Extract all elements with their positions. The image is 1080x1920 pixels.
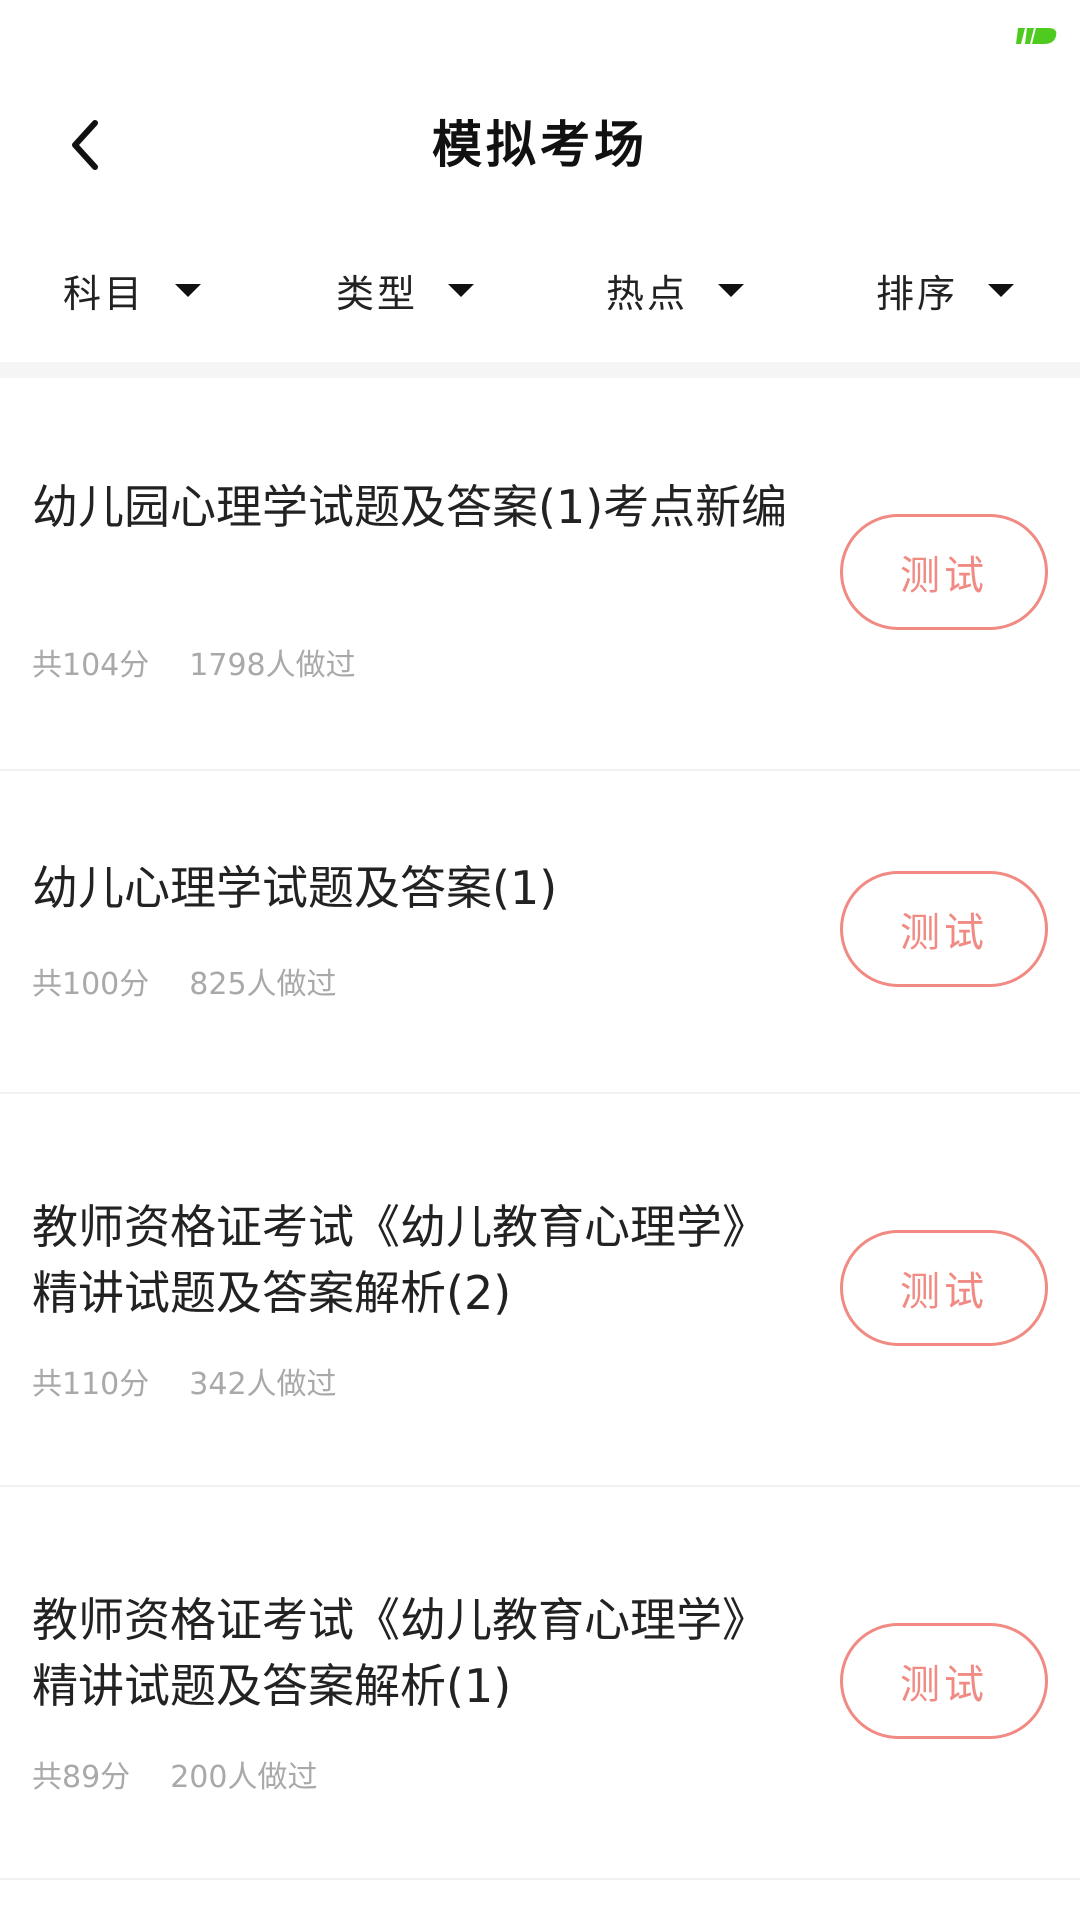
exam-participants: 200人做过 [170, 1760, 318, 1795]
filter-hot-label: 热点 [605, 271, 688, 316]
exam-meta: 共104分 1798人做过 [32, 640, 356, 684]
page-title: 模拟考场 [432, 116, 648, 174]
exam-score: 共89分 [32, 1760, 131, 1795]
exam-meta: 共89分 200人做过 [32, 1752, 317, 1796]
section-divider [0, 362, 1080, 378]
exam-title: 教师资格证考试《幼儿教育心理学》精讲试题及答案解析(1) [32, 1593, 768, 1713]
test-button[interactable]: 测试 [840, 1623, 1048, 1739]
green-logo-icon [1016, 28, 1057, 44]
filter-type-label: 类型 [335, 271, 418, 316]
status-bar [0, 0, 1080, 70]
filter-bar: 科目 类型 热点 排序 [0, 250, 1080, 330]
test-button[interactable]: 测试 [840, 871, 1048, 987]
exam-participants: 1798人做过 [189, 648, 356, 683]
caret-down-icon [718, 283, 744, 297]
caret-down-icon [175, 283, 202, 297]
exam-participants: 342人做过 [189, 1367, 337, 1402]
filter-sort-label: 排序 [875, 271, 958, 316]
exam-title: 教师资格证考试《幼儿教育心理学》精讲试题及答案解析(2) [32, 1200, 768, 1320]
list-item[interactable]: 教师资格证考试《幼儿教育心理学》精讲试题及答案解析(2) 共110分 342人做… [0, 1094, 1080, 1487]
test-button[interactable]: 测试 [840, 514, 1048, 630]
list-item[interactable]: 幼儿心理学试题及答案(1) 共100分 825人做过 测试 [0, 771, 1080, 1094]
filter-subject[interactable]: 科目 [0, 250, 270, 330]
list-item[interactable]: 教师资格证考试《幼儿教育心理学》精讲试题及答案解析(1) 共89分 200人做过… [0, 1487, 1080, 1880]
caret-down-icon [988, 283, 1014, 297]
exam-list: 幼儿园心理学试题及答案(1)考点新编 共104分 1798人做过 测试 幼儿心理… [0, 378, 1080, 1880]
exam-title: 幼儿心理学试题及答案(1) [32, 861, 558, 915]
exam-participants: 825人做过 [189, 967, 337, 1002]
exam-score: 共104分 [32, 648, 150, 683]
list-item[interactable]: 幼儿园心理学试题及答案(1)考点新编 共104分 1798人做过 测试 [0, 378, 1080, 771]
header: 模拟考场 [0, 70, 1080, 210]
exam-meta: 共110分 342人做过 [32, 1359, 337, 1403]
filter-type[interactable]: 类型 [270, 250, 540, 330]
test-button[interactable]: 测试 [840, 1230, 1048, 1346]
exam-score: 共100分 [32, 967, 150, 1002]
filter-sort[interactable]: 排序 [810, 250, 1080, 330]
filter-hot[interactable]: 热点 [540, 250, 810, 330]
exam-meta: 共100分 825人做过 [32, 959, 337, 1003]
exam-title: 幼儿园心理学试题及答案(1)考点新编 [32, 480, 788, 534]
filter-subject-label: 科目 [63, 271, 146, 316]
caret-down-icon [448, 283, 474, 297]
exam-score: 共110分 [32, 1367, 150, 1402]
